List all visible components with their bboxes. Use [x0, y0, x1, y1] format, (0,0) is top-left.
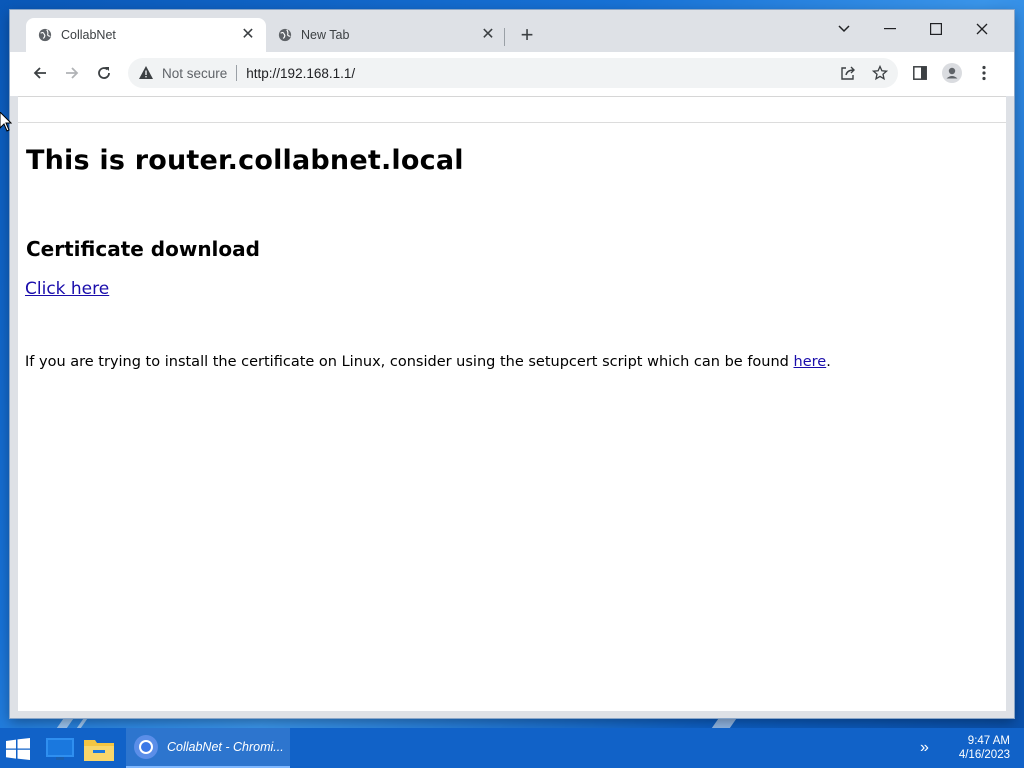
share-icon[interactable] [837, 62, 859, 84]
clock-time: 9:47 AM [967, 735, 1010, 747]
reload-icon[interactable] [92, 61, 116, 85]
address-divider [236, 65, 238, 81]
close-tab-icon[interactable]: ✕ [240, 27, 256, 43]
back-icon[interactable] [28, 61, 52, 85]
tab-title: CollabNet [61, 28, 116, 42]
minimize-icon[interactable] [872, 16, 908, 42]
maximize-icon[interactable] [918, 16, 954, 42]
plus-icon[interactable]: + [516, 24, 538, 47]
profile-icon[interactable] [941, 62, 963, 84]
chevron-right-icon[interactable]: » [920, 739, 929, 757]
close-icon[interactable] [964, 16, 1000, 42]
taskbar: CollabNet - Chromi... » 9:47 AM 4/16/202… [0, 728, 1024, 768]
tab-separator [504, 28, 505, 46]
tab-search-icon[interactable] [826, 16, 862, 42]
url-text[interactable]: http://192.168.1.1/ [246, 66, 355, 81]
taskbar-chromium-app[interactable]: CollabNet - Chromi... [126, 728, 290, 768]
linux-note: If you are trying to install the certifi… [25, 354, 831, 370]
chromium-icon [134, 735, 158, 759]
tab-collabnet[interactable]: CollabNet ✕ [26, 18, 266, 52]
warning-icon[interactable] [138, 65, 154, 81]
linux-note-end: . [826, 354, 831, 370]
browser-window: CollabNet ✕ New Tab ✕ + Not secure http:… [10, 10, 1014, 718]
windows-start-icon[interactable] [6, 738, 30, 760]
close-tab-icon[interactable]: ✕ [480, 27, 496, 43]
mouse-cursor-icon [0, 112, 12, 132]
taskbar-app-label: CollabNet - Chromi... [167, 740, 284, 754]
system-clock[interactable]: 9:47 AM 4/16/2023 [959, 734, 1010, 762]
file-explorer-icon[interactable] [84, 732, 114, 766]
address-bar[interactable]: Not secure http://192.168.1.1/ [128, 58, 898, 88]
section-heading: Certificate download [26, 237, 260, 261]
globe-icon [278, 28, 292, 42]
wallpaper-streak [76, 719, 88, 728]
browser-toolbar: Not secure http://192.168.1.1/ [10, 52, 1014, 96]
security-label[interactable]: Not secure [162, 66, 227, 81]
forward-icon[interactable] [60, 61, 84, 85]
setupcert-link[interactable]: here [794, 354, 827, 370]
tab-title: New Tab [301, 28, 350, 42]
linux-note-text: If you are trying to install the certifi… [25, 354, 794, 370]
bookmark-star-icon[interactable] [869, 62, 891, 84]
page-content: This is router.collabnet.local Certifica… [18, 122, 1006, 711]
page-title: This is router.collabnet.local [26, 145, 464, 176]
globe-icon [38, 28, 52, 42]
tab-new-tab[interactable]: New Tab ✕ [266, 18, 506, 52]
page-viewport: This is router.collabnet.local Certifica… [18, 96, 1006, 711]
certificate-download-link[interactable]: Click here [25, 279, 109, 299]
menu-icon[interactable] [973, 62, 995, 84]
wallpaper-streak [56, 719, 74, 728]
tab-strip: CollabNet ✕ New Tab ✕ + [10, 10, 1014, 52]
desktop-icon[interactable] [46, 732, 74, 766]
side-panel-icon[interactable] [909, 62, 931, 84]
wallpaper-streak [711, 719, 737, 728]
clock-date: 4/16/2023 [958, 749, 1010, 761]
